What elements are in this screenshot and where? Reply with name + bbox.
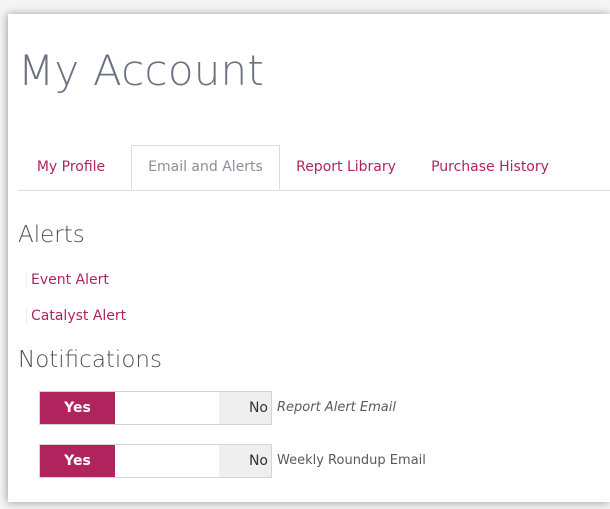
toggle-yes-option[interactable]: Yes <box>40 445 115 477</box>
tab-my-profile[interactable]: My Profile <box>18 145 124 190</box>
notifications-heading: Notifications <box>18 347 162 373</box>
tab-email-and-alerts[interactable]: Email and Alerts <box>131 145 280 190</box>
tab-purchase-history[interactable]: Purchase History <box>422 145 558 190</box>
weekly-roundup-email-label: Weekly Roundup Email <box>277 453 426 468</box>
report-alert-email-toggle[interactable]: Yes No <box>39 391 272 425</box>
event-alert-link[interactable]: Event Alert <box>26 272 109 288</box>
toggle-no-option[interactable]: No <box>219 445 271 477</box>
weekly-roundup-email-toggle[interactable]: Yes No <box>39 444 272 478</box>
account-panel: My Account My Profile Email and Alerts R… <box>8 14 610 502</box>
toggle-yes-option[interactable]: Yes <box>40 392 115 424</box>
tab-report-library[interactable]: Report Library <box>286 145 406 190</box>
account-tabs: My Profile Email and Alerts Report Libra… <box>18 145 610 191</box>
page-title: My Account <box>18 46 265 95</box>
toggle-no-option[interactable]: No <box>219 392 271 424</box>
catalyst-alert-link[interactable]: Catalyst Alert <box>26 308 126 324</box>
alerts-heading: Alerts <box>18 222 85 248</box>
report-alert-email-label: Report Alert Email <box>277 400 396 415</box>
